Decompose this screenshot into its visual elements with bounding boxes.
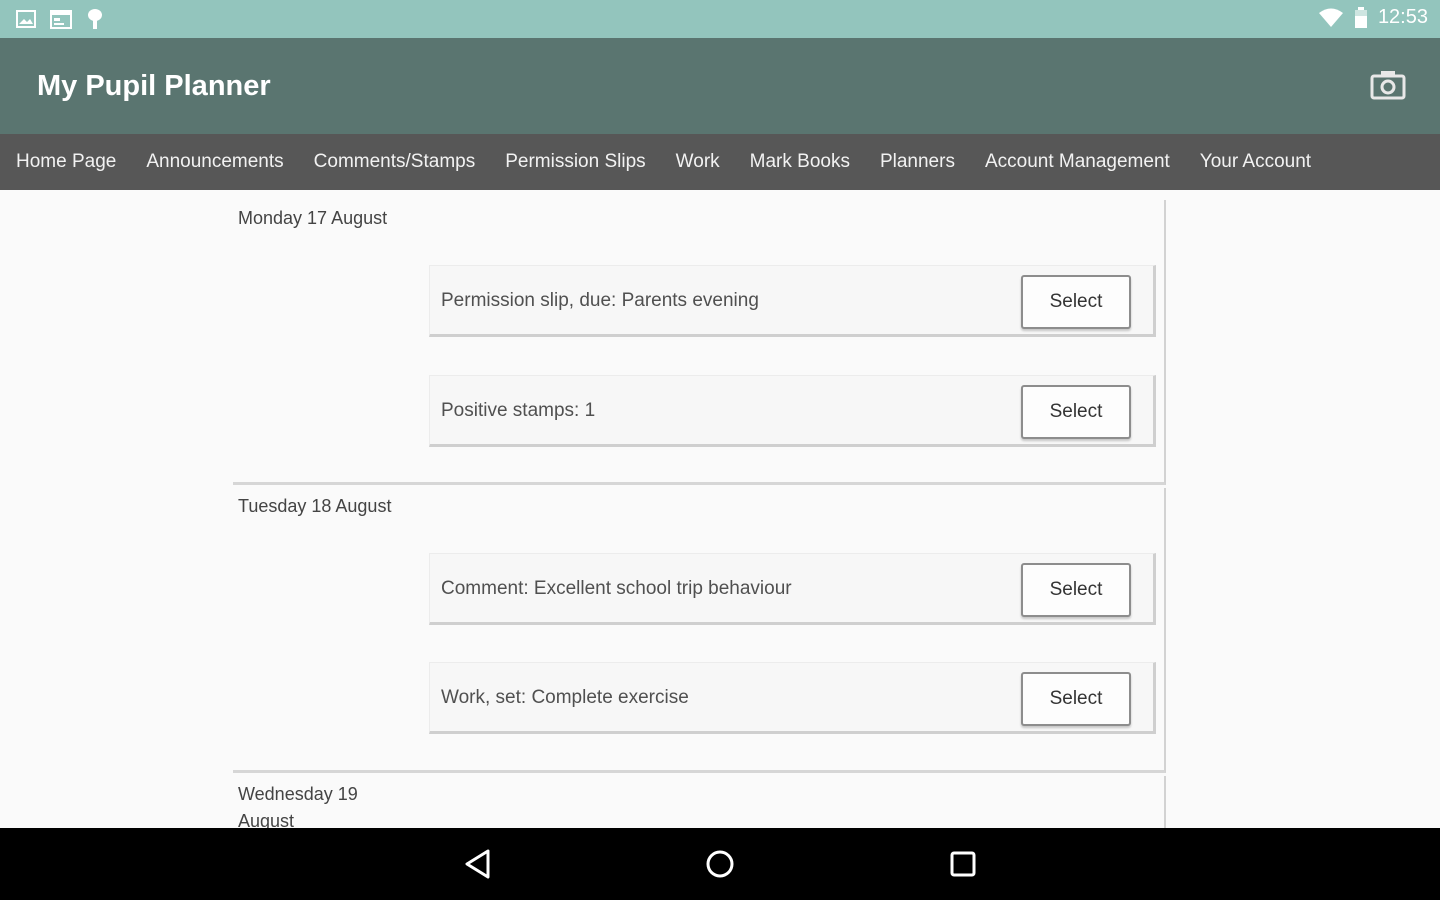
planner-list[interactable]: Monday 17 August Permission slip, due: P…: [0, 190, 1440, 828]
list-item: Work, set: Complete exercise Select: [429, 662, 1156, 734]
camera-icon: [1370, 71, 1406, 100]
app-title: My Pupil Planner: [37, 70, 271, 102]
nav-item-home-page[interactable]: Home Page: [16, 151, 116, 173]
item-text: Positive stamps: 1: [441, 399, 596, 421]
nav-bar: Home Page Announcements Comments/Stamps …: [0, 134, 1440, 190]
day-card: Tuesday 18 August Comment: Excellent sch…: [233, 488, 1166, 773]
battery-icon: [1354, 6, 1367, 28]
back-icon: [465, 849, 490, 879]
wifi-icon: [1318, 8, 1343, 27]
nav-item-your-account[interactable]: Your Account: [1200, 151, 1311, 173]
nav-item-mark-books[interactable]: Mark Books: [750, 151, 850, 173]
camera-button[interactable]: [1370, 70, 1406, 100]
home-icon: [706, 850, 734, 878]
nav-item-permission-slips[interactable]: Permission Slips: [505, 151, 645, 173]
day-card: Monday 17 August Permission slip, due: P…: [233, 200, 1166, 485]
item-text: Work, set: Complete exercise: [441, 686, 689, 708]
app-bar: My Pupil Planner: [0, 38, 1440, 134]
select-button[interactable]: Select: [1021, 275, 1131, 329]
calendar-icon: [50, 10, 72, 29]
pin-icon: [88, 9, 102, 29]
nav-item-comments-stamps[interactable]: Comments/Stamps: [314, 151, 476, 173]
day-label: Monday 17 August: [238, 208, 388, 228]
nav-item-account-management[interactable]: Account Management: [985, 151, 1170, 173]
list-item: Permission slip, due: Parents evening Se…: [429, 265, 1156, 337]
status-time: 12:53: [1377, 6, 1428, 28]
image-icon: [16, 10, 36, 28]
item-text: Permission slip, due: Parents evening: [441, 289, 759, 311]
recents-button[interactable]: [945, 846, 981, 882]
home-button[interactable]: [702, 846, 738, 882]
day-label: Tuesday 18 August: [238, 496, 392, 516]
recents-icon: [950, 851, 976, 877]
nav-item-announcements[interactable]: Announcements: [146, 151, 283, 173]
day-label: Wednesday 19 August: [238, 784, 358, 828]
item-text: Comment: Excellent school trip behaviour: [441, 577, 792, 599]
back-button[interactable]: [460, 846, 496, 882]
select-button[interactable]: Select: [1021, 563, 1131, 617]
list-item: Positive stamps: 1 Select: [429, 375, 1156, 447]
list-item: Comment: Excellent school trip behaviour…: [429, 553, 1156, 625]
day-card: Wednesday 19 August: [233, 776, 1166, 828]
select-button[interactable]: Select: [1021, 385, 1131, 439]
status-bar: 12:53: [0, 0, 1440, 38]
nav-item-work[interactable]: Work: [676, 151, 720, 173]
nav-item-planners[interactable]: Planners: [880, 151, 955, 173]
system-nav-bar: [0, 828, 1440, 900]
select-button[interactable]: Select: [1021, 672, 1131, 726]
